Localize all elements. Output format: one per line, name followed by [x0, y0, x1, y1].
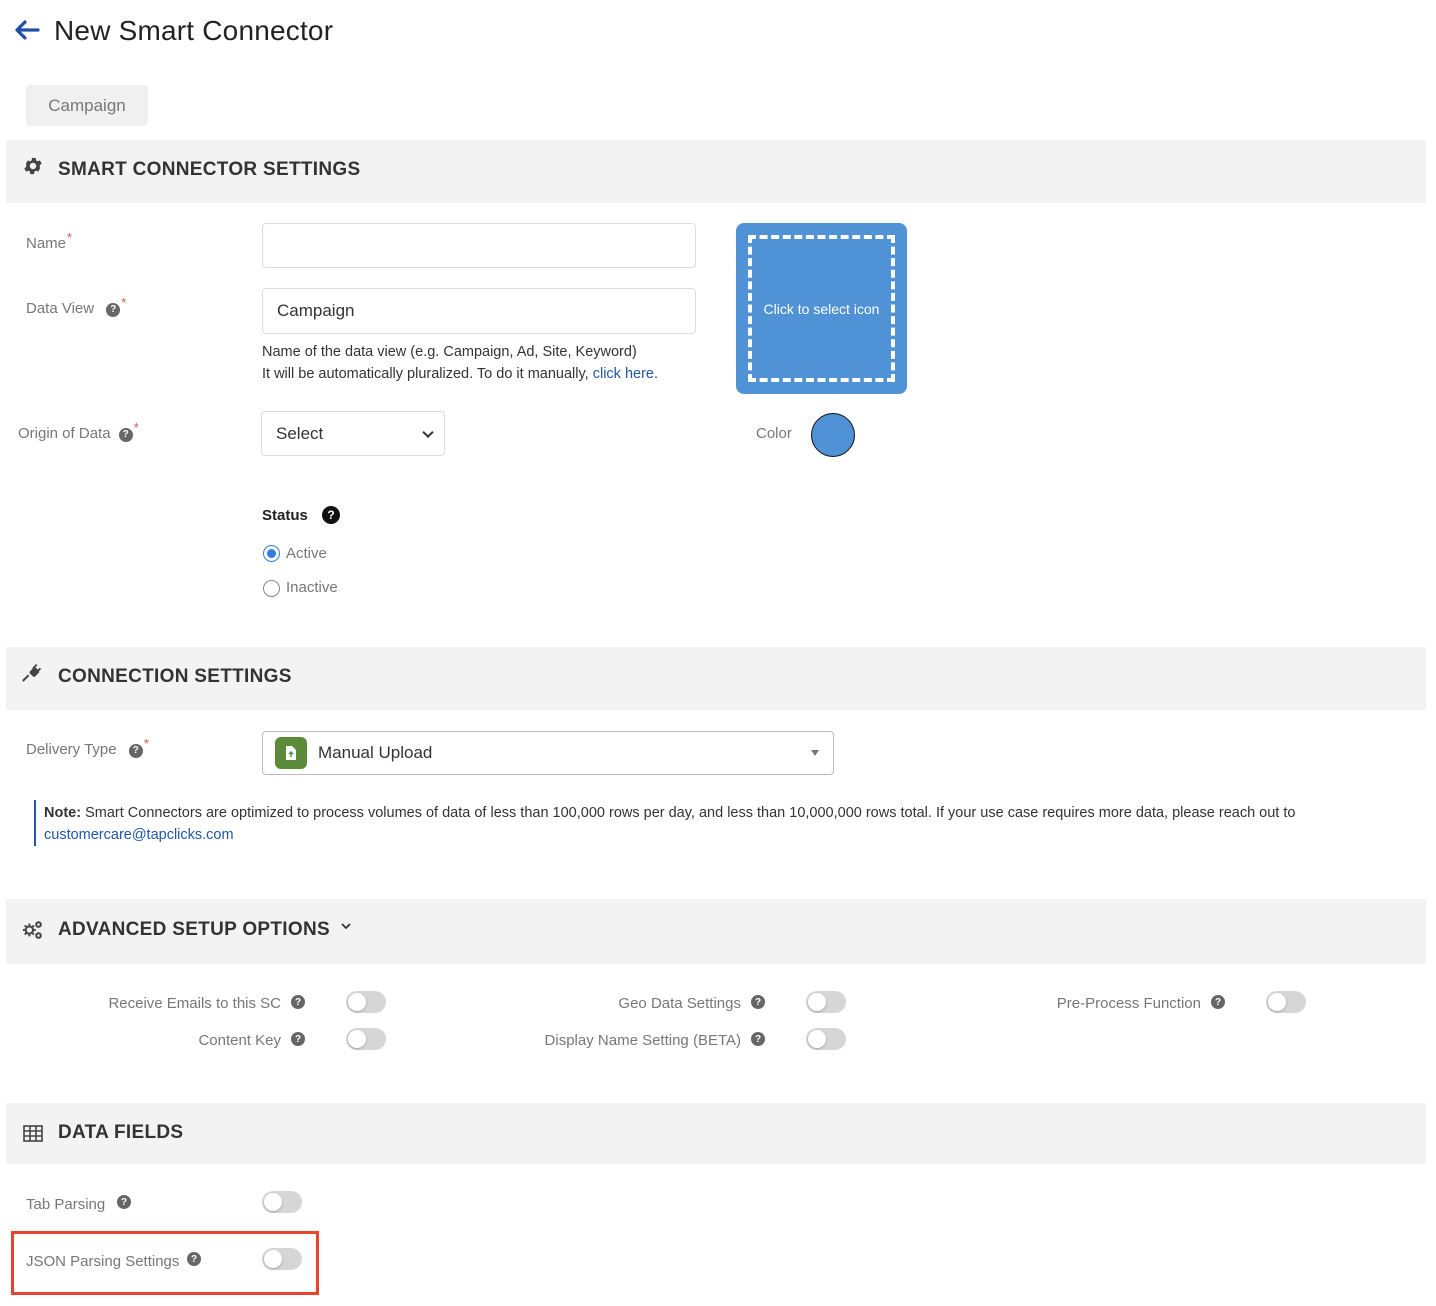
customercare-email-link[interactable]: customercare@tapclicks.com	[44, 827, 234, 843]
gear-icon	[24, 157, 42, 175]
data-view-label: Data View ? *	[26, 295, 127, 317]
help-icon[interactable]: ?	[118, 427, 133, 442]
name-input[interactable]	[262, 223, 696, 268]
help-icon[interactable]: ?	[291, 1032, 305, 1046]
advanced-setup-header[interactable]: ADVANCED SETUP OPTIONS	[6, 899, 1426, 964]
help-icon[interactable]: ?	[291, 995, 305, 1009]
icon-picker-label: Click to select icon	[763, 300, 880, 317]
help-icon[interactable]: ?	[117, 1195, 131, 1209]
content-key-toggle[interactable]	[346, 1028, 386, 1050]
geo-data-toggle[interactable]	[806, 991, 846, 1013]
status-label: Status ?	[262, 506, 341, 524]
receive-emails-toggle[interactable]	[346, 991, 386, 1013]
chevron-down-icon	[340, 923, 351, 930]
radio-inactive-label: Inactive	[286, 579, 338, 596]
help-icon[interactable]: ?	[106, 302, 121, 317]
tab-campaign[interactable]: Campaign	[26, 85, 148, 126]
connection-settings-header: CONNECTION SETTINGS	[6, 647, 1426, 710]
display-name-label: Display Name Setting (BETA)	[544, 1032, 741, 1049]
help-icon[interactable]: ?	[751, 995, 765, 1009]
section-title: ADVANCED SETUP OPTIONS	[58, 919, 352, 941]
origin-select[interactable]: Select	[261, 411, 445, 456]
name-label: Name*	[26, 230, 73, 252]
highlight-box	[11, 1231, 319, 1295]
caret-down-icon	[811, 750, 819, 756]
pre-process-toggle[interactable]	[1266, 991, 1306, 1013]
help-icon[interactable]: ?	[322, 506, 341, 524]
icon-picker[interactable]: Click to select icon	[736, 223, 907, 394]
content-key-label: Content Key	[198, 1032, 281, 1049]
gears-icon	[22, 921, 42, 939]
section-title: SMART CONNECTOR SETTINGS	[58, 159, 361, 180]
table-icon	[23, 1125, 43, 1142]
section-title: CONNECTION SETTINGS	[58, 666, 292, 687]
radio-active-label: Active	[286, 545, 327, 562]
color-label: Color	[756, 425, 792, 442]
data-fields-header: DATA FIELDS	[6, 1103, 1426, 1164]
receive-emails-label: Receive Emails to this SC	[108, 995, 281, 1012]
delivery-type-label: Delivery Type ? *	[26, 736, 149, 758]
pre-process-label: Pre-Process Function	[1056, 995, 1201, 1012]
help-icon[interactable]: ?	[751, 1032, 765, 1046]
color-picker[interactable]	[811, 413, 855, 457]
tab-parsing-toggle[interactable]	[262, 1191, 302, 1213]
chevron-down-icon	[422, 426, 434, 438]
display-name-toggle[interactable]	[806, 1028, 846, 1050]
plug-icon	[22, 663, 42, 682]
smart-connector-settings-header: SMART CONNECTOR SETTINGS	[6, 140, 1426, 203]
help-icon[interactable]: ?	[128, 743, 143, 758]
radio-active[interactable]	[263, 545, 280, 562]
tab-parsing-label: Tab Parsing	[26, 1196, 106, 1213]
note-text: Note: Smart Connectors are optimized to …	[44, 805, 1296, 843]
geo-data-label: Geo Data Settings	[618, 995, 741, 1012]
upload-file-icon	[275, 737, 307, 769]
data-view-input[interactable]: Campaign	[262, 288, 696, 334]
section-title: DATA FIELDS	[58, 1122, 184, 1143]
delivery-type-select[interactable]: Manual Upload	[262, 731, 834, 775]
pluralize-link[interactable]: click here	[593, 366, 654, 382]
radio-inactive[interactable]	[263, 580, 280, 597]
page-title: New Smart Connector	[54, 15, 334, 46]
data-view-hint: Name of the data view (e.g. Campaign, Ad…	[262, 344, 658, 382]
note-accent-bar	[34, 800, 36, 846]
help-icon[interactable]: ?	[1211, 995, 1225, 1009]
back-arrow-icon[interactable]	[12, 16, 42, 44]
origin-label: Origin of Data ? *	[18, 420, 139, 442]
